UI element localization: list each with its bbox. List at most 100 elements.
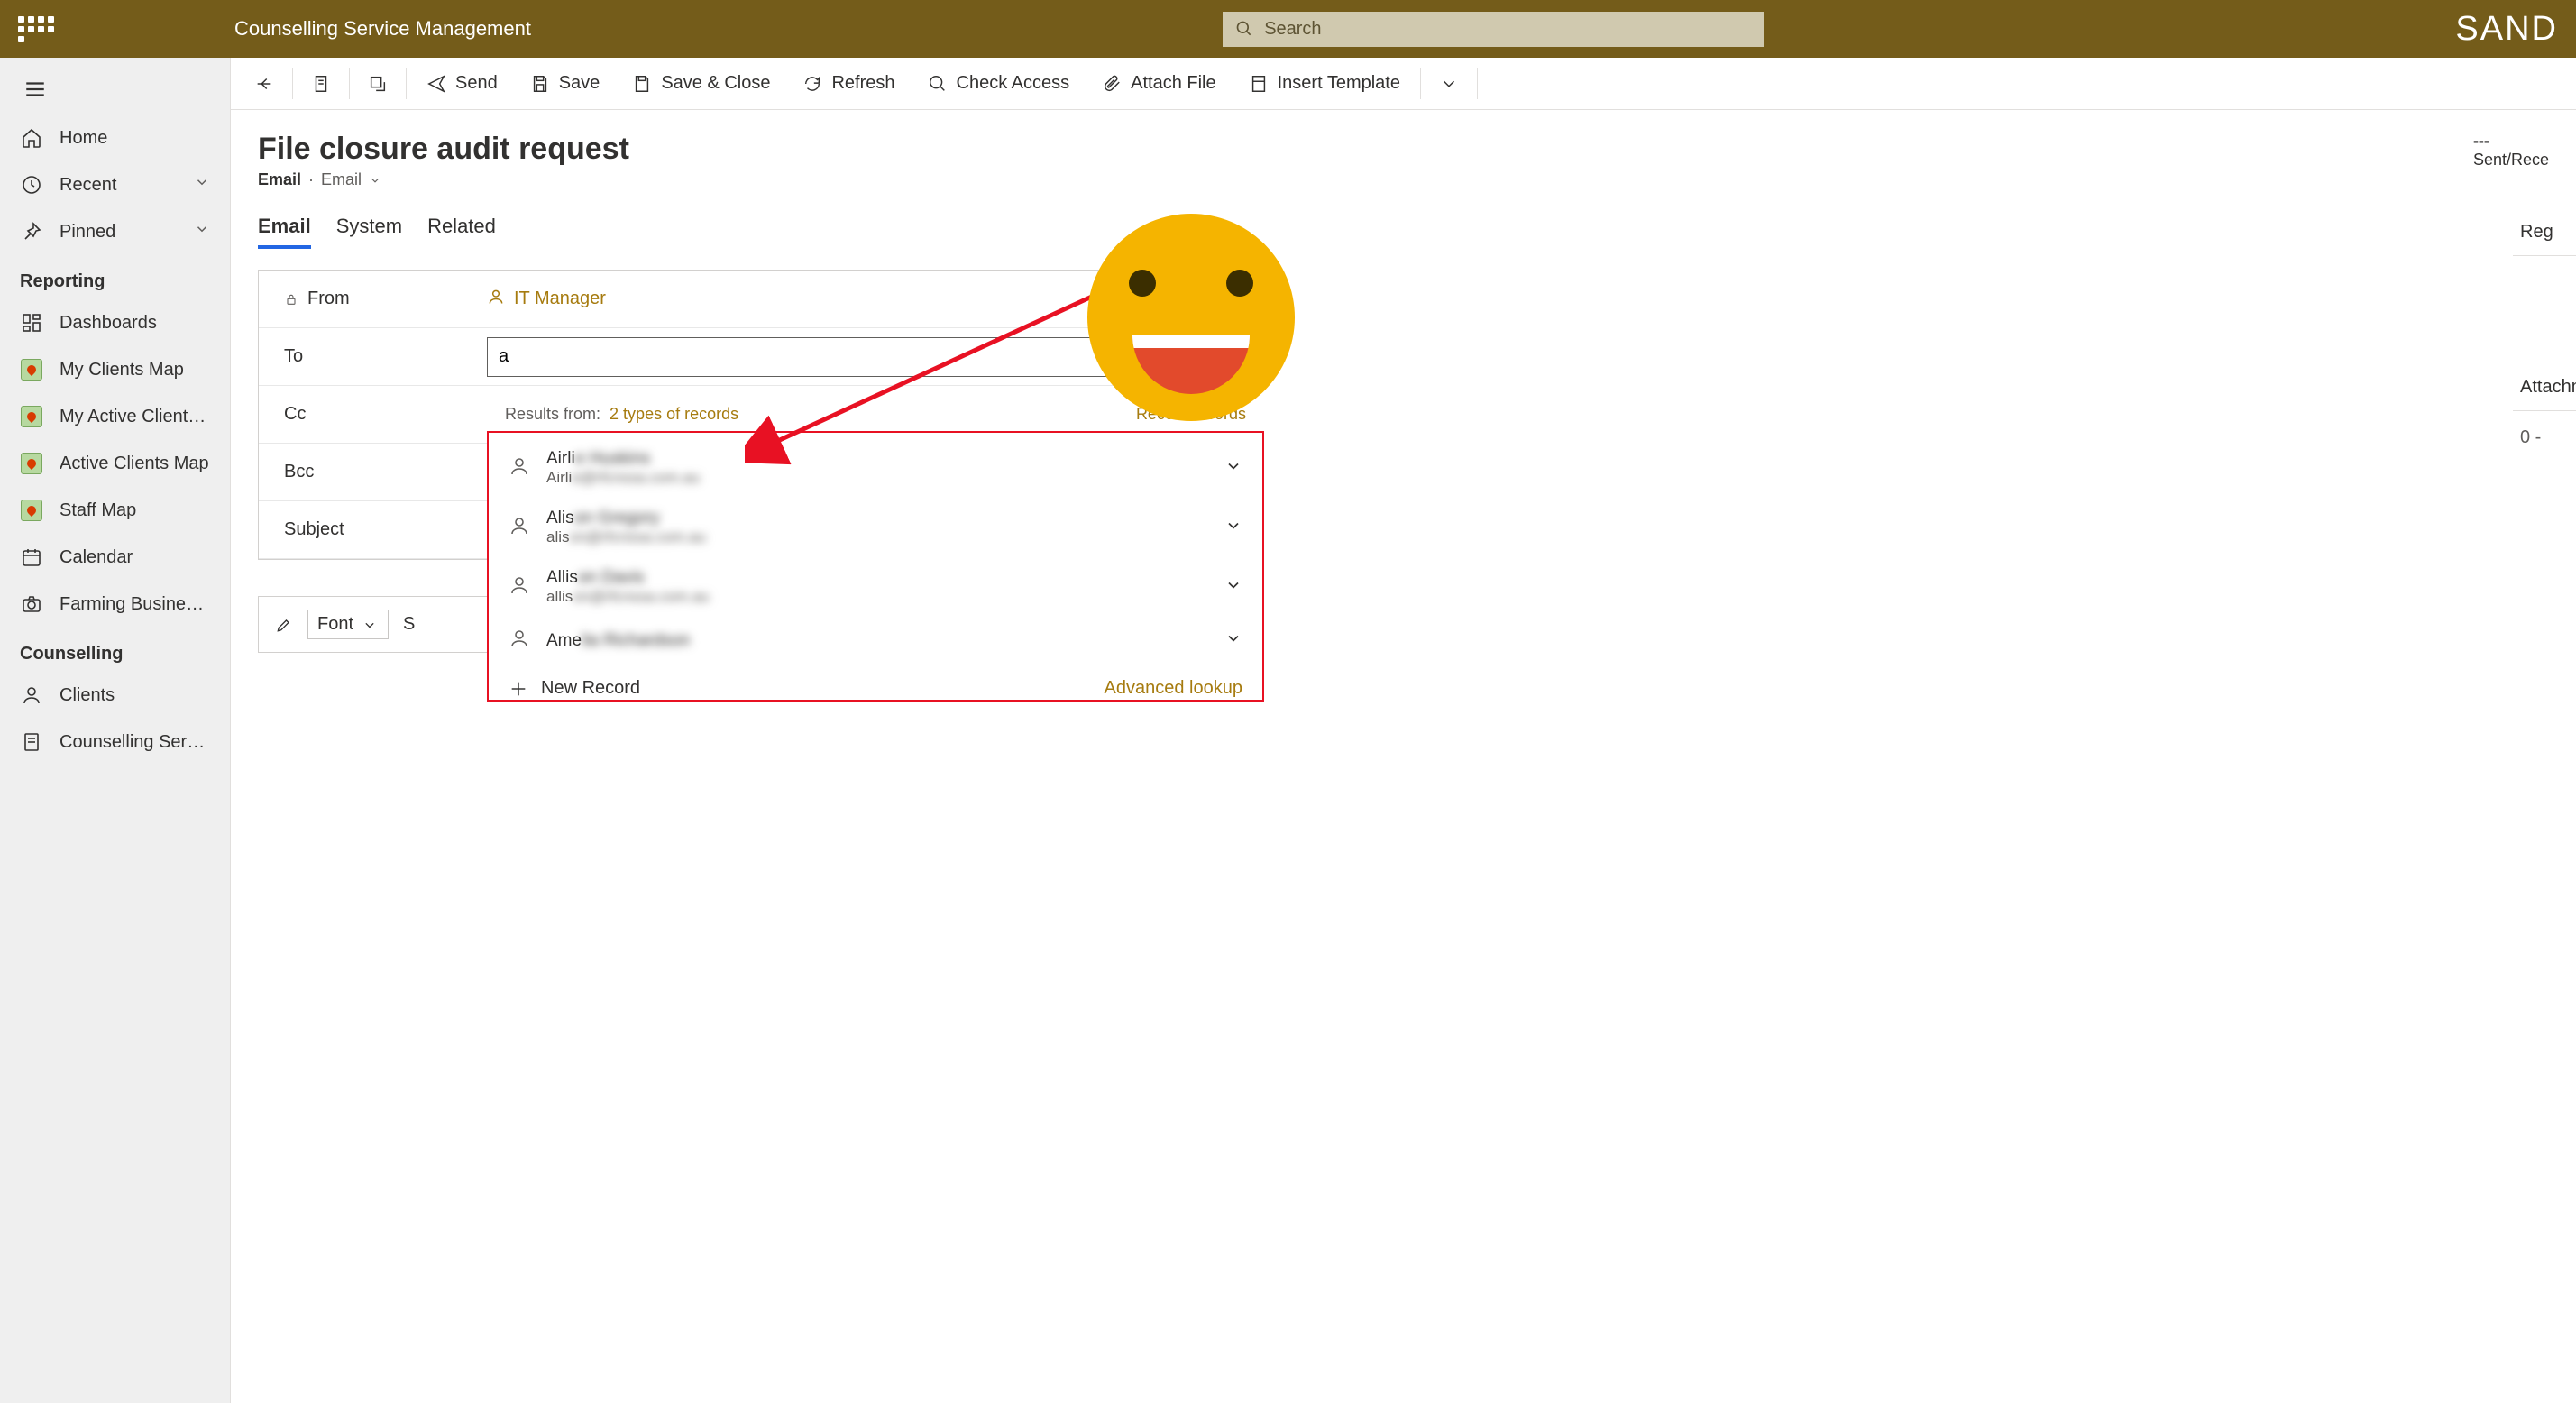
- sidebar-item-recent[interactable]: Recent: [0, 161, 230, 208]
- right-panels: Reg Attachm 0 -: [2513, 209, 2576, 464]
- sidebar-item-staff-map[interactable]: Staff Map: [0, 487, 230, 534]
- sidebar-item-my-active-clients[interactable]: My Active Clients ...: [0, 393, 230, 440]
- chevron-down-icon[interactable]: [1224, 517, 1242, 539]
- lookup-result-item[interactable]: Airlie HuskinsAirlie@rfcnssa.com.au: [489, 438, 1262, 498]
- dashboard-icon: [20, 311, 43, 335]
- clock-icon: [20, 173, 43, 197]
- bcc-label: Bcc: [284, 462, 314, 482]
- sidebar-item-farming-business[interactable]: Farming Business ...: [0, 581, 230, 628]
- sidebar-item-my-clients-map[interactable]: My Clients Map: [0, 346, 230, 393]
- lookup-dropdown: Results from: 2 types of records Recent …: [487, 392, 1264, 702]
- email-form: From IT Manager To: [258, 270, 1250, 560]
- person-icon: [487, 288, 505, 311]
- back-button[interactable]: [240, 58, 289, 109]
- form-selector-button[interactable]: [297, 58, 345, 109]
- check-access-button[interactable]: Check Access: [912, 58, 1086, 109]
- brush-icon[interactable]: [275, 616, 293, 634]
- font-select[interactable]: Font: [307, 610, 389, 639]
- lookup-types-link[interactable]: 2 types of records: [610, 405, 738, 423]
- sidebar-section-counselling: Counselling: [0, 628, 230, 672]
- sidebar-item-clients[interactable]: Clients: [0, 672, 230, 719]
- to-input[interactable]: [487, 337, 1224, 377]
- lookup-footer: New Record Advanced lookup: [489, 665, 1262, 702]
- sidebar-item-label: Staff Map: [60, 500, 210, 521]
- sidebar-item-label: Active Clients Map: [60, 454, 210, 474]
- sidebar: Home Recent Pinned Reporting Dashboards …: [0, 58, 231, 1403]
- home-icon: [20, 126, 43, 150]
- advanced-lookup-link[interactable]: Advanced lookup: [1105, 678, 1242, 699]
- insert-template-label: Insert Template: [1278, 73, 1400, 94]
- calendar-icon: [20, 546, 43, 569]
- person-icon: [509, 515, 530, 541]
- sidebar-section-reporting: Reporting: [0, 255, 230, 299]
- global-search[interactable]: [1223, 12, 1764, 47]
- save-button[interactable]: Save: [514, 58, 617, 109]
- regarding-panel[interactable]: Reg: [2513, 209, 2576, 256]
- pin-icon: [20, 220, 43, 243]
- lookup-header: Results from: 2 types of records Recent …: [487, 392, 1264, 431]
- sidebar-item-pinned[interactable]: Pinned: [0, 208, 230, 255]
- sidebar-item-label: Home: [60, 128, 210, 149]
- cc-label: Cc: [284, 404, 306, 425]
- sidebar-item-label: My Clients Map: [60, 360, 210, 381]
- attach-file-label: Attach File: [1131, 73, 1215, 94]
- person-icon: [20, 683, 43, 707]
- chevron-down-icon[interactable]: [1224, 457, 1242, 480]
- sidebar-item-counselling-service[interactable]: Counselling Servi...: [0, 719, 230, 766]
- sidebar-item-label: Farming Business ...: [60, 594, 210, 615]
- app-title: Counselling Service Management: [234, 17, 531, 41]
- lookup-result-item[interactable]: Alison Gregoryalison@rfcnssa.com.au: [489, 498, 1262, 557]
- lookup-result-item[interactable]: Allison Davisallison@rfcnssa.com.au: [489, 557, 1262, 617]
- sidebar-item-label: Calendar: [60, 547, 210, 568]
- refresh-label: Refresh: [831, 73, 894, 94]
- hamburger-button[interactable]: [0, 58, 230, 115]
- save-close-button[interactable]: Save & Close: [616, 58, 786, 109]
- tab-system[interactable]: System: [336, 215, 402, 249]
- insert-template-button[interactable]: Insert Template: [1233, 58, 1416, 109]
- to-input-field[interactable]: [499, 346, 1194, 367]
- refresh-button[interactable]: Refresh: [786, 58, 911, 109]
- sidebar-item-calendar[interactable]: Calendar: [0, 534, 230, 581]
- save-close-label: Save & Close: [661, 73, 770, 94]
- overflow-button[interactable]: [1425, 58, 1473, 109]
- send-button[interactable]: Send: [410, 58, 514, 109]
- attachments-panel[interactable]: Attachm: [2513, 364, 2576, 411]
- lookup-result-item[interactable]: Amelia Richardson: [489, 617, 1262, 665]
- chevron-down-icon[interactable]: [1224, 576, 1242, 599]
- tab-related[interactable]: Related: [427, 215, 496, 249]
- from-value[interactable]: IT Manager: [487, 288, 1224, 311]
- chevron-down-icon[interactable]: [1224, 629, 1242, 652]
- status-column: --- Sent/Rece: [2473, 132, 2549, 170]
- page-subtitle: Email · Email: [258, 170, 2549, 189]
- map-icon: [20, 452, 43, 475]
- to-label: To: [284, 346, 303, 367]
- from-label: From: [284, 289, 487, 309]
- lock-icon: [284, 292, 298, 307]
- popout-button[interactable]: [353, 58, 402, 109]
- sidebar-item-home[interactable]: Home: [0, 115, 230, 161]
- send-label: Send: [455, 73, 498, 94]
- lookup-recent-link[interactable]: Recent records: [1136, 405, 1246, 424]
- map-icon: [20, 499, 43, 522]
- search-input[interactable]: [1253, 19, 1751, 40]
- content: File closure audit request Email · Email…: [231, 110, 2576, 1403]
- lookup-list: Airlie HuskinsAirlie@rfcnssa.com.au Alis…: [487, 431, 1264, 702]
- chevron-down-icon: [194, 174, 210, 196]
- camera-icon: [20, 592, 43, 616]
- sidebar-item-label: Dashboards: [60, 313, 210, 334]
- sidebar-item-dashboards[interactable]: Dashboards: [0, 299, 230, 346]
- sidebar-item-label: Clients: [60, 685, 210, 706]
- app-launcher-icon[interactable]: [18, 16, 54, 42]
- commandbar: Send Save Save & Close Refresh Check Acc…: [231, 58, 2576, 110]
- subject-label: Subject: [284, 519, 344, 540]
- tab-email[interactable]: Email: [258, 215, 311, 249]
- sidebar-item-label: Pinned: [60, 222, 178, 243]
- attachments-pager: 0 -: [2513, 411, 2576, 464]
- attach-file-button[interactable]: Attach File: [1086, 58, 1232, 109]
- chevron-down-icon: [194, 221, 210, 243]
- chevron-down-icon[interactable]: [369, 174, 381, 187]
- search-icon[interactable]: [1194, 348, 1212, 366]
- map-icon: [20, 405, 43, 428]
- new-record-button[interactable]: New Record: [509, 678, 640, 699]
- sidebar-item-active-clients-map[interactable]: Active Clients Map: [0, 440, 230, 487]
